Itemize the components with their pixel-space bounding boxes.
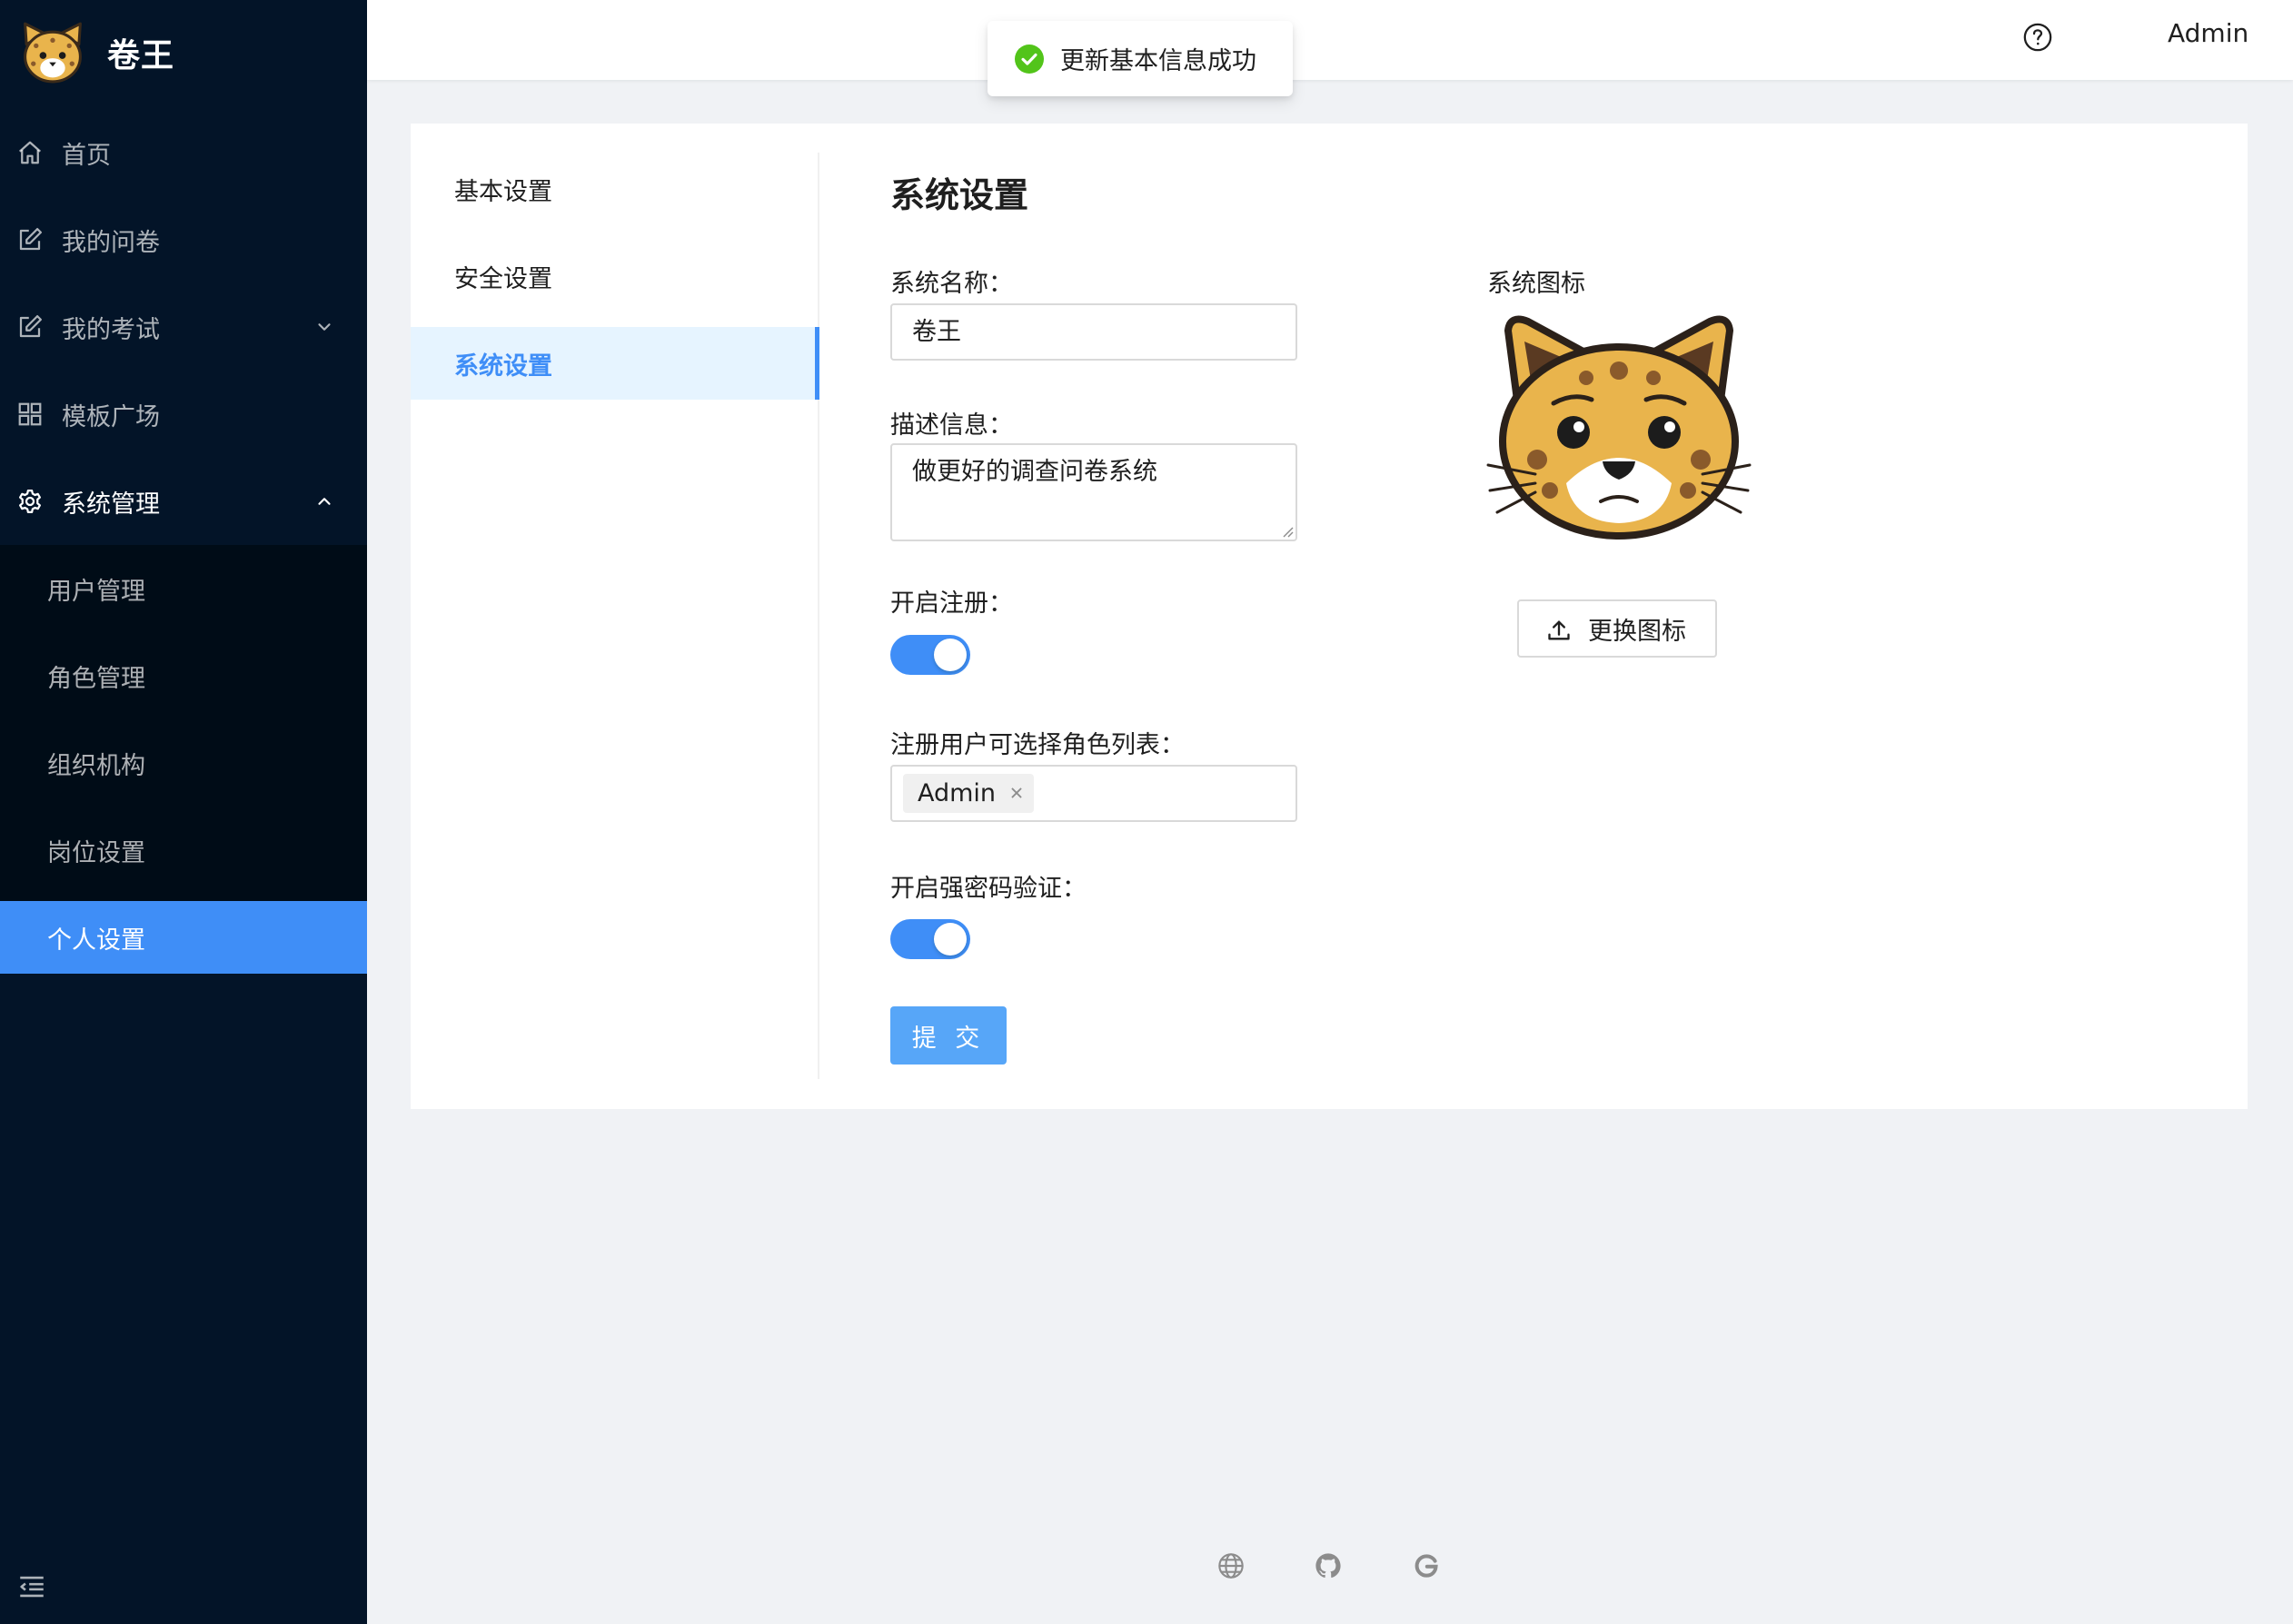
edit-icon xyxy=(19,228,42,251)
menu-label: 我的问卷 xyxy=(62,228,160,257)
system-name-input[interactable]: 卷王 xyxy=(890,303,1297,361)
submenu-label: 角色管理 xyxy=(47,664,145,693)
chevron-down-icon xyxy=(318,323,331,331)
roles-label: 注册用户可选择角色列表 xyxy=(890,725,1185,760)
tab-label: 系统设置 xyxy=(454,352,552,381)
github-icon[interactable] xyxy=(1314,1551,1343,1580)
success-toast: 更新基本信息成功 xyxy=(988,21,1293,96)
submenu-label: 岗位设置 xyxy=(47,838,145,867)
home-icon xyxy=(19,141,41,164)
sidebar-item-role-management[interactable]: 角色管理 xyxy=(0,639,367,712)
check-circle-icon xyxy=(1015,45,1044,74)
cheetah-logo-icon xyxy=(24,22,82,84)
sidebar-item-personal-settings[interactable]: 个人设置 xyxy=(0,901,367,974)
system-name-label: 系统名称 xyxy=(890,263,1013,299)
menu-label: 系统管理 xyxy=(62,490,160,519)
toggle-knob xyxy=(934,923,967,956)
change-icon-button[interactable]: 更换图标 xyxy=(1517,599,1717,658)
settings-tabs: 基本设置 安全设置 系统设置 xyxy=(411,153,819,1079)
close-icon[interactable] xyxy=(1008,785,1025,801)
change-icon-label: 更换图标 xyxy=(1588,617,1686,646)
description-textarea[interactable]: 做更好的调查问卷系统 xyxy=(890,443,1297,541)
tab-security-settings[interactable]: 安全设置 xyxy=(411,240,818,312)
menu-item-my-surveys[interactable]: 我的问卷 xyxy=(0,203,367,276)
resize-grip-icon[interactable] xyxy=(1279,523,1294,538)
app-logo[interactable]: 卷王 xyxy=(18,16,174,89)
sidebar-item-user-management[interactable]: 用户管理 xyxy=(0,552,367,625)
menu-item-template-plaza[interactable]: 模板广场 xyxy=(0,378,367,451)
system-name-value: 卷王 xyxy=(912,318,961,346)
user-menu[interactable]: Admin xyxy=(2168,18,2248,48)
system-icon-label: 系统图标 xyxy=(1487,270,1585,298)
sidebar: 卷王 首页 我的问卷 我的考试 模板广场 系统管理 用户管理 角色管理 组织机构… xyxy=(0,0,367,1624)
menu-item-home[interactable]: 首页 xyxy=(0,116,367,189)
toast-message: 更新基本信息成功 xyxy=(1060,47,1256,75)
description-label: 描述信息 xyxy=(890,405,1013,441)
cheetah-mascot-icon xyxy=(1486,315,1752,540)
submenu-label: 用户管理 xyxy=(47,577,145,606)
description-value: 做更好的调查问卷系统 xyxy=(912,458,1157,486)
edit-icon xyxy=(19,315,42,338)
menu-item-my-exams[interactable]: 我的考试 xyxy=(0,291,367,363)
tab-label: 安全设置 xyxy=(454,264,552,293)
menu-label: 我的考试 xyxy=(62,315,160,344)
tab-system-settings[interactable]: 系统设置 xyxy=(411,327,819,400)
roles-select[interactable]: Admin xyxy=(890,765,1297,822)
tab-basic-settings[interactable]: 基本设置 xyxy=(411,153,818,225)
google-icon[interactable] xyxy=(1412,1551,1441,1580)
registration-toggle[interactable] xyxy=(890,635,970,675)
sidebar-item-position-settings[interactable]: 岗位设置 xyxy=(0,814,367,886)
sidebar-item-organization[interactable]: 组织机构 xyxy=(0,727,367,799)
upload-icon xyxy=(1548,620,1570,640)
app-name: 卷王 xyxy=(107,37,175,74)
help-icon[interactable] xyxy=(2022,22,2053,53)
menu-fold-icon[interactable] xyxy=(16,1571,47,1602)
submenu-label: 个人设置 xyxy=(47,926,145,955)
globe-icon[interactable] xyxy=(1216,1551,1246,1580)
role-tag-label: Admin xyxy=(918,779,997,807)
submenu-label: 组织机构 xyxy=(47,751,145,780)
toggle-knob xyxy=(934,639,967,671)
registration-label: 开启注册 xyxy=(890,583,1013,619)
menu-label: 模板广场 xyxy=(62,402,160,431)
submit-button[interactable]: 提 交 xyxy=(890,1006,1007,1065)
role-tag: Admin xyxy=(903,774,1035,813)
strong-password-label: 开启强密码验证 xyxy=(890,868,1087,904)
settings-card: 基本设置 安全设置 系统设置 系统设置 系统名称 卷王 描述信息 做更好的调查问… xyxy=(411,124,2248,1109)
menu-item-system-management[interactable]: 系统管理 xyxy=(0,465,367,538)
menu-label: 首页 xyxy=(62,141,111,170)
top-header: Admin xyxy=(367,0,2293,80)
gear-icon xyxy=(19,490,41,513)
strong-password-toggle[interactable] xyxy=(890,919,970,959)
grid-icon xyxy=(18,402,42,426)
tab-label: 基本设置 xyxy=(454,177,552,206)
chevron-up-icon xyxy=(318,498,331,505)
page-title: 系统设置 xyxy=(890,175,1029,215)
